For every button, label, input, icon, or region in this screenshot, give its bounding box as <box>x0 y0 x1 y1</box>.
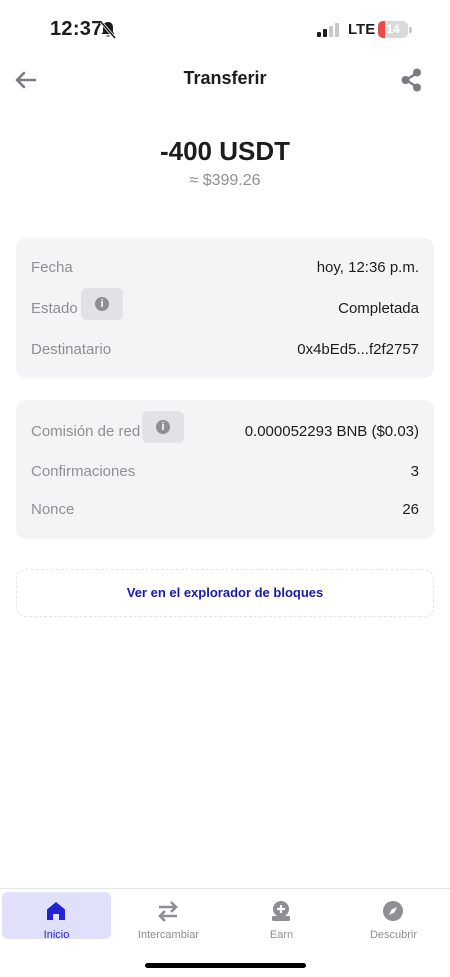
network-type: LTE <box>348 21 376 38</box>
fee-row-confirmations: Confirmaciones 3 <box>31 460 419 484</box>
compass-icon <box>383 901 403 921</box>
page-title: Transferir <box>183 68 267 88</box>
tab-inicio-label: Inicio <box>43 929 70 941</box>
fiat-amount: ≈ $399.26 <box>189 172 261 189</box>
network-fee-label: Comisión de red <box>31 423 141 440</box>
tab-intercambiar-label: Intercambiar <box>137 929 200 941</box>
recipient-address[interactable]: 0x4bEd5...f2f2757 <box>297 341 419 358</box>
bell-muted-icon <box>100 21 116 39</box>
detail-row-date: Fecha hoy, 12:36 p.m. <box>31 256 419 280</box>
status-time: 12:37 <box>50 18 103 40</box>
tab-descubrir[interactable]: Descubrir <box>339 892 448 941</box>
transfer-amount: -400 USDT <box>159 136 291 166</box>
fee-row-network: Comisión de red i 0.000052293 BNB ($0.03… <box>31 411 419 444</box>
tab-earn[interactable]: Earn <box>227 892 336 941</box>
tab-earn-label: Earn <box>269 929 294 941</box>
date-label: Fecha <box>31 259 73 276</box>
block-explorer-button[interactable]: Ver en el explorador de bloques <box>16 569 434 617</box>
details-card: Fecha hoy, 12:36 p.m. Estado i Completad… <box>16 238 434 378</box>
confirmations-value: 3 <box>410 463 419 480</box>
tab-intercambiar[interactable]: Intercambiar <box>114 892 223 941</box>
detail-row-recipient: Destinatario 0x4bEd5...f2f2757 <box>31 338 419 362</box>
confirmations-label: Confirmaciones <box>31 463 136 480</box>
fees-card: Comisión de red i 0.000052293 BNB ($0.03… <box>16 400 434 539</box>
signal-icon <box>317 23 339 37</box>
status-bar: 12:37 LTE 14 <box>0 0 450 56</box>
fee-row-nonce: Nonce 26 <box>31 498 419 522</box>
date-value: hoy, 12:36 p.m. <box>316 259 419 276</box>
home-indicator <box>145 963 306 968</box>
network-fee-value: 0.000052293 BNB ($0.03) <box>244 423 419 440</box>
battery-icon: 14 <box>378 21 408 38</box>
info-icon: i <box>95 297 109 311</box>
status-info-button[interactable]: i <box>81 288 123 320</box>
fee-info-button[interactable]: i <box>142 411 184 443</box>
recipient-label: Destinatario <box>31 341 112 358</box>
info-icon: i <box>156 420 170 434</box>
share-icon[interactable] <box>398 66 426 94</box>
swap-icon <box>158 901 178 922</box>
block-explorer-label: Ver en el explorador de bloques <box>126 585 324 600</box>
nonce-label: Nonce <box>31 501 75 518</box>
tab-descubrir-label: Descubrir <box>369 929 418 941</box>
status-value: Completada <box>338 300 419 317</box>
nonce-value: 26 <box>402 501 419 518</box>
tab-inicio[interactable]: Inicio <box>2 892 111 941</box>
home-icon <box>47 902 65 920</box>
battery-level: 14 <box>386 22 400 36</box>
earn-icon <box>272 901 290 921</box>
battery-tip <box>409 27 412 33</box>
top-bar: Transferir <box>0 56 450 102</box>
status-label: Estado <box>31 300 78 317</box>
detail-row-status: Estado i Completada <box>31 288 419 321</box>
